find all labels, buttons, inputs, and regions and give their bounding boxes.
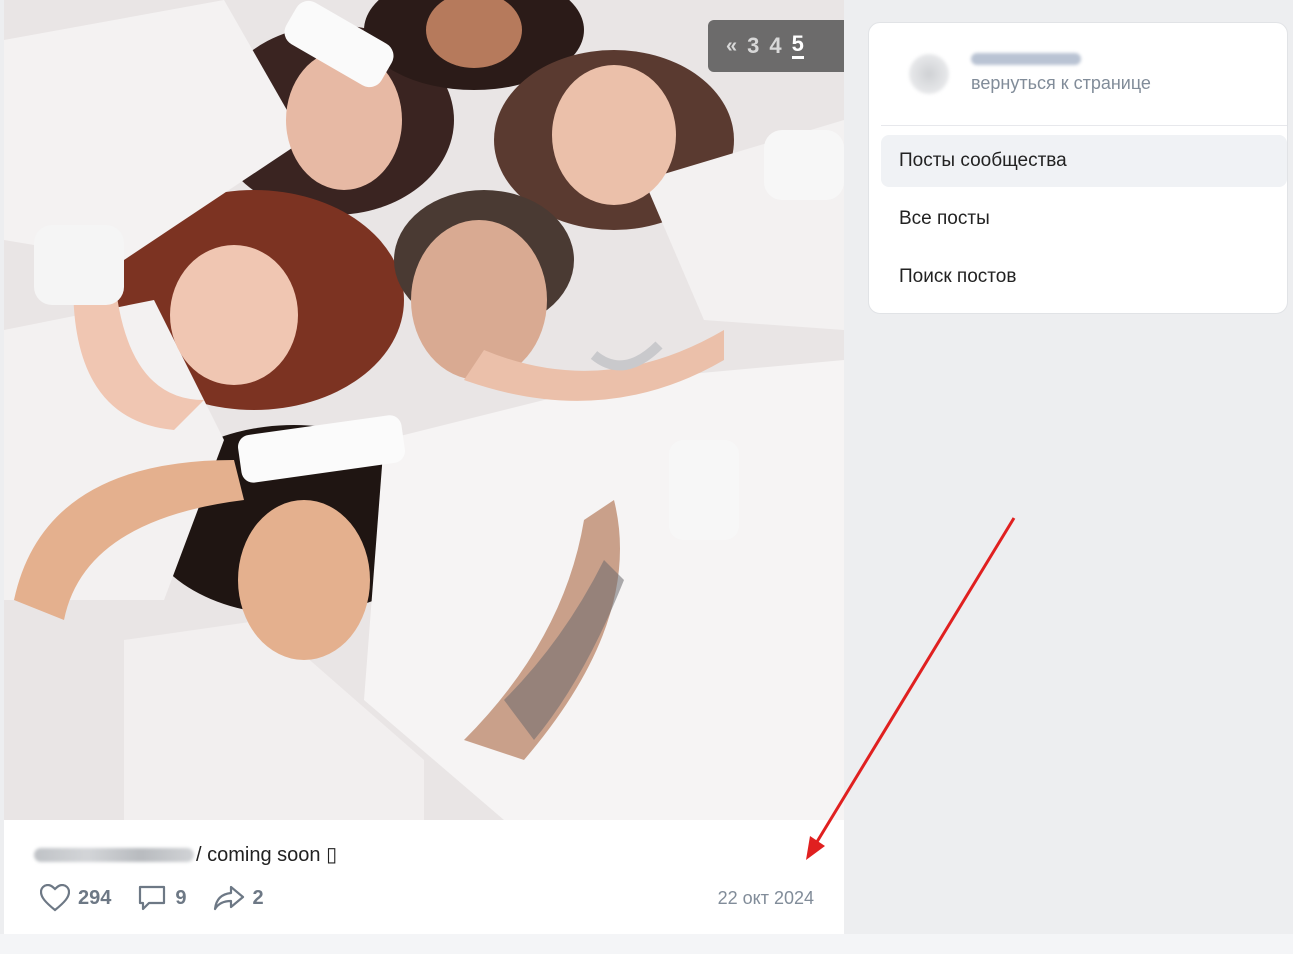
photo-pager: « 3 4 5 (708, 20, 844, 72)
post-photo-image (4, 0, 844, 820)
share-button[interactable]: 2 (213, 884, 264, 912)
group-name-blurred (971, 53, 1081, 65)
group-avatar (909, 53, 949, 94)
post-actions: 294 9 2 (40, 884, 264, 912)
post-text: / coming soon ▯ (34, 842, 337, 867)
group-header[interactable]: вернуться к странице (909, 53, 1151, 94)
share-icon (213, 885, 244, 911)
menu-item-search-posts[interactable]: Поиск постов (881, 251, 1287, 303)
comment-icon (139, 885, 166, 911)
like-count: 294 (78, 886, 112, 909)
heart-icon (40, 884, 70, 912)
menu-item-community-posts[interactable]: Посты сообщества (881, 135, 1287, 187)
share-count: 2 (252, 886, 264, 909)
divider (881, 125, 1287, 126)
community-side-panel: вернуться к странице Посты сообщества Вс… (868, 22, 1288, 314)
post-photo[interactable]: « 3 4 5 (4, 0, 844, 820)
comment-count: 9 (175, 886, 187, 909)
pager-page-4[interactable]: 4 (769, 33, 781, 59)
pager-page-5[interactable]: 5 (791, 33, 804, 59)
like-button[interactable]: 294 (40, 884, 111, 912)
comment-button[interactable]: 9 (137, 884, 187, 912)
page-bottom-strip (0, 934, 1293, 954)
menu-item-all-posts[interactable]: Все посты (881, 193, 1287, 245)
pager-prev[interactable]: « (726, 35, 737, 58)
post-date[interactable]: 22 окт 2024 (718, 888, 814, 909)
post-card: « 3 4 5 / coming soon ▯ 294 9 2 22 окт 2… (4, 0, 844, 934)
post-caption: / coming soon ▯ (196, 844, 338, 866)
pager-page-3[interactable]: 3 (747, 33, 759, 59)
back-to-page-link[interactable]: вернуться к странице (971, 73, 1151, 94)
posts-menu: Посты сообщества Все посты Поиск постов (881, 135, 1287, 309)
blurred-author-mention[interactable] (34, 847, 194, 862)
